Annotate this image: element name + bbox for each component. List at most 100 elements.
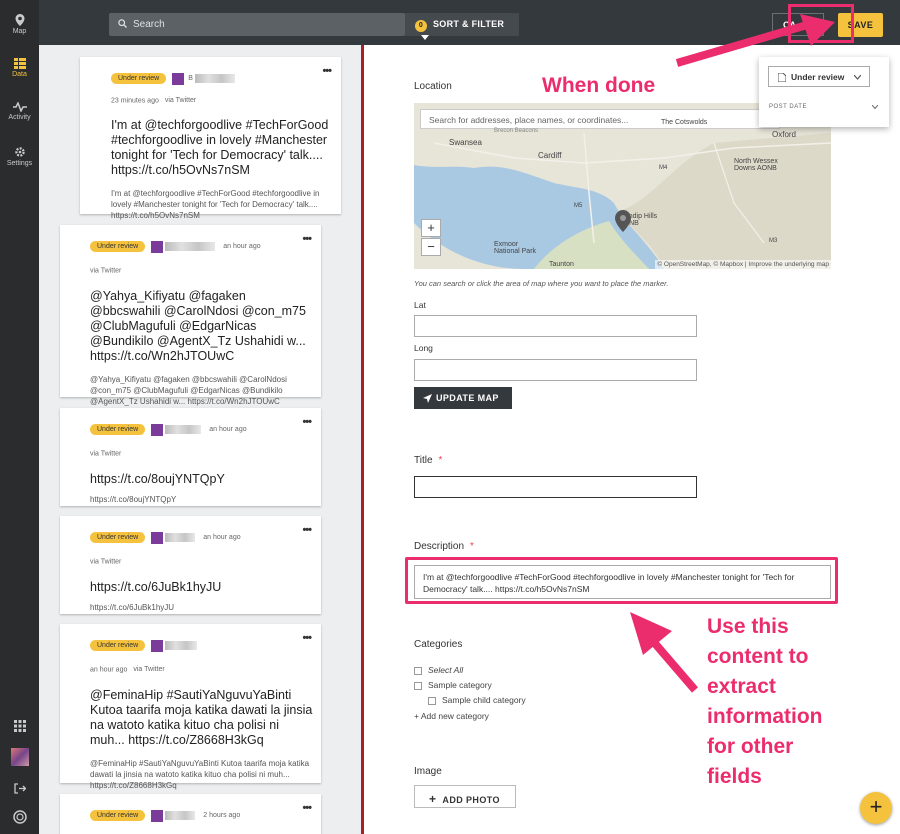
apps-grid-button[interactable] xyxy=(0,720,39,734)
add-category-link[interactable]: + Add new category xyxy=(414,711,489,721)
data-list-icon xyxy=(13,58,26,69)
more-options-icon[interactable]: ••• xyxy=(302,802,312,814)
apps-grid-icon xyxy=(13,720,26,732)
map-place-label: Cardiff xyxy=(538,151,562,160)
post-card[interactable]: ••• Under review an hour ago via Twitter … xyxy=(60,408,321,506)
map-place-label: The Cotswolds xyxy=(661,119,708,126)
more-options-icon[interactable]: ••• xyxy=(302,233,312,245)
more-options-icon[interactable]: ••• xyxy=(302,632,312,644)
post-body: I'm at @techforgoodlive #TechForGood #te… xyxy=(111,189,320,220)
add-photo-button[interactable]: + ADD PHOTO xyxy=(414,785,516,808)
description-label: Description * xyxy=(414,541,474,552)
post-time: an hour ago xyxy=(203,534,241,542)
status-badge: Under review xyxy=(90,532,146,544)
annotation-line: information xyxy=(707,705,823,728)
more-options-icon[interactable]: ••• xyxy=(302,416,312,428)
map-search-input[interactable]: Search for addresses, place names, or co… xyxy=(420,109,780,129)
map-road-label: M5 xyxy=(574,203,583,209)
avatar xyxy=(151,240,164,253)
checkbox-icon xyxy=(428,696,436,705)
avatar xyxy=(172,72,185,85)
post-time: an hour ago xyxy=(209,426,247,434)
status-badge: Under review xyxy=(111,73,167,85)
logout-button[interactable] xyxy=(0,783,39,796)
map-place-label: Brecon Beacons xyxy=(494,128,539,134)
post-card[interactable]: ••• Under review B 23 minutes ago via Twit… xyxy=(80,57,341,220)
sidebar-item-data[interactable]: Data xyxy=(0,58,39,78)
plus-icon: + xyxy=(429,792,437,806)
more-options-icon[interactable]: ••• xyxy=(322,65,332,77)
post-time: 23 minutes ago xyxy=(111,97,159,105)
post-list[interactable]: ••• Under review B 23 minutes ago via Twit… xyxy=(39,45,361,834)
chevron-down-icon[interactable] xyxy=(872,105,878,109)
redacted-author xyxy=(165,242,216,252)
annotation-use-content: Use this content to extract information … xyxy=(707,612,823,792)
more-options-icon[interactable]: ••• xyxy=(302,524,312,536)
user-avatar[interactable] xyxy=(0,748,39,766)
category-checkbox[interactable]: Sample category xyxy=(414,680,492,690)
post-source: via Twitter xyxy=(133,666,165,674)
redacted-author xyxy=(165,641,198,651)
post-source: via Twitter xyxy=(90,267,122,275)
document-icon xyxy=(778,73,786,82)
search-placeholder: Search xyxy=(133,19,165,30)
post-author: B xyxy=(188,75,193,83)
add-photo-label: ADD PHOTO xyxy=(442,795,500,805)
post-date-label: POST DATE xyxy=(769,104,807,110)
select-all-checkbox[interactable]: Select All xyxy=(414,665,463,675)
location-label: Location xyxy=(414,81,452,92)
map-place-label: Exmoor National Park xyxy=(494,241,537,255)
avatar xyxy=(10,748,29,766)
sidebar-item-map[interactable]: Map xyxy=(0,14,39,35)
map-place-label: Oxford xyxy=(772,130,797,139)
sidebar-item-label: Settings xyxy=(6,160,33,167)
search-icon xyxy=(118,19,127,28)
search-input[interactable]: Search xyxy=(109,13,405,36)
map-attribution[interactable]: © OpenStreetMap, © Mapbox | Improve the … xyxy=(655,260,831,269)
status-dropdown-panel: Under review POST DATE xyxy=(759,57,889,127)
sidebar: Map Data Activity Settings xyxy=(0,0,39,834)
map-marker-icon[interactable] xyxy=(615,210,631,232)
categories-label: Categories xyxy=(414,639,463,650)
description-highlight-box xyxy=(405,557,838,604)
post-source: via Twitter xyxy=(90,450,122,458)
update-map-button[interactable]: UPDATE MAP xyxy=(414,387,512,409)
annotation-line: for other xyxy=(707,735,794,758)
sidebar-item-activity[interactable]: Activity xyxy=(0,102,39,121)
long-input[interactable] xyxy=(414,359,697,381)
sort-filter-label: SORT & FILTER xyxy=(433,19,505,29)
lat-input[interactable] xyxy=(414,315,697,337)
child-category-checkbox[interactable]: Sample child category xyxy=(428,695,526,705)
title-input[interactable] xyxy=(414,476,697,498)
status-badge: Under review xyxy=(90,810,146,822)
add-post-fab-button[interactable]: + xyxy=(860,792,892,824)
checkbox-icon xyxy=(414,666,422,675)
required-marker: * xyxy=(438,455,443,466)
title-label: Title * xyxy=(414,455,442,466)
sidebar-item-label: Map xyxy=(12,28,27,35)
post-time: an hour ago xyxy=(90,666,128,674)
zoom-out-button[interactable]: − xyxy=(421,238,441,256)
map-place-label: Taunton xyxy=(549,261,574,268)
map-road-label: M3 xyxy=(769,238,778,244)
status-select[interactable]: Under review xyxy=(768,66,870,87)
zoom-in-button[interactable]: + xyxy=(421,219,441,237)
post-card[interactable]: ••• Under review an hour ago via Twitter … xyxy=(60,624,321,790)
filter-count-badge: 0 xyxy=(415,20,427,32)
sidebar-item-settings[interactable]: Settings xyxy=(0,146,39,167)
redacted-author xyxy=(165,533,196,543)
post-title: @FeminaHip #SautiYaNguvuYaBinti Kutoa ta… xyxy=(90,688,313,747)
post-card[interactable]: ••• Under review 2 hours ago xyxy=(60,794,321,834)
lat-label: Lat xyxy=(414,300,426,310)
post-card[interactable]: ••• Under review an hour ago via Twitter … xyxy=(60,225,321,406)
post-card[interactable]: ••• Under review an hour ago via Twitter … xyxy=(60,516,321,614)
status-badge: Under review xyxy=(90,424,146,436)
sort-filter-button[interactable]: 0 SORT & FILTER xyxy=(405,13,519,40)
sidebar-item-label: Activity xyxy=(8,114,31,121)
checkbox-label: Sample category xyxy=(428,680,492,690)
location-map[interactable]: Search for addresses, place names, or co… xyxy=(414,103,831,269)
checkbox-label: Select All xyxy=(428,665,464,675)
redacted-author xyxy=(194,74,235,84)
title-label-text: Title xyxy=(414,455,433,466)
ushahidi-logo[interactable] xyxy=(0,810,39,826)
